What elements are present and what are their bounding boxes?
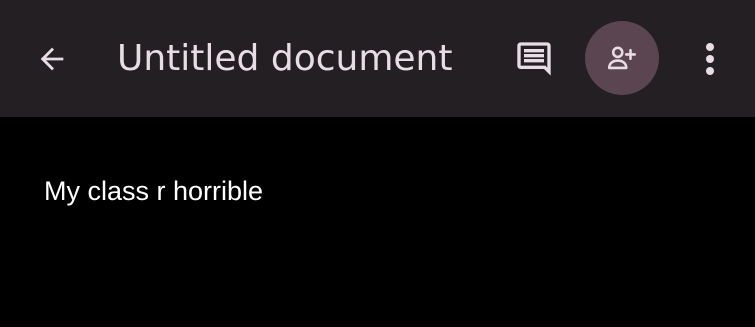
document-body[interactable]: My class r horrible — [0, 117, 755, 327]
top-app-bar: Untitled document — [0, 0, 755, 117]
more-options-button[interactable] — [688, 31, 732, 87]
document-title[interactable]: Untitled document — [117, 33, 452, 85]
more-vert-icon — [704, 41, 716, 77]
share-button[interactable] — [585, 21, 659, 95]
back-button[interactable] — [24, 31, 80, 87]
document-text[interactable]: My class r horrible — [44, 176, 263, 207]
docs-editor-app: Untitled document My class r horrible — [0, 0, 755, 327]
arrow-back-icon — [35, 42, 69, 76]
comment-icon — [514, 39, 554, 79]
comments-button[interactable] — [506, 31, 562, 87]
person-add-icon — [605, 41, 639, 75]
